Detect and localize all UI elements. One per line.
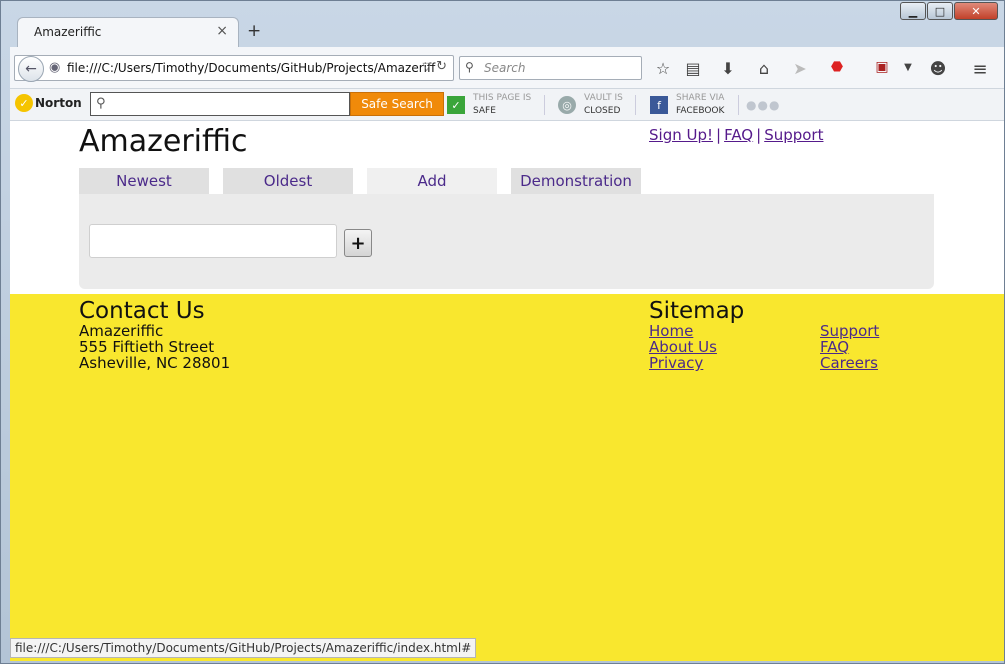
window-controls: ▁ □ ✕	[899, 2, 998, 20]
tab-content-panel: +	[79, 194, 934, 289]
tab-demonstration[interactable]: Demonstration	[511, 168, 641, 194]
contact-heading: Contact Us	[79, 298, 205, 324]
sitemap-privacy-link[interactable]: Privacy	[649, 355, 717, 371]
share-target: FACEBOOK	[676, 106, 725, 116]
page-header: Amazeriffic Sign Up! | FAQ | Support Newest …	[10, 121, 1004, 294]
norton-check-icon: ✓	[15, 94, 33, 112]
search-icon: ⚲	[96, 96, 106, 111]
maximize-icon[interactable]: □	[927, 2, 953, 20]
top-links: Sign Up! | FAQ | Support	[649, 126, 823, 144]
globe-icon: ◉	[49, 60, 61, 75]
send-icon[interactable]: ➤	[790, 59, 810, 78]
divider	[635, 95, 636, 115]
download-icon[interactable]: ⬇	[718, 59, 738, 78]
contact-line: Amazeriffic	[79, 322, 164, 340]
menu-icon[interactable]: ≡	[970, 59, 990, 80]
divider	[738, 95, 739, 115]
vault-status-label: VAULT IS	[584, 93, 623, 103]
tab-title: Amazeriffic	[34, 25, 102, 39]
sitemap-about-link[interactable]: About Us	[649, 339, 717, 355]
adblock-icon[interactable]: ⬣	[827, 59, 847, 75]
more-icon[interactable]: ●●●	[746, 98, 780, 112]
close-window-icon[interactable]: ✕	[954, 2, 998, 20]
url-text[interactable]: file:///C:/Users/Timothy/Documents/GitHu…	[67, 61, 435, 75]
sitemap-column-2: Support FAQ Careers	[820, 323, 879, 371]
contact-address: Amazeriffic 555 Fiftieth Street Ashevill…	[79, 323, 230, 371]
vault-status-value: CLOSED	[584, 106, 621, 116]
page-viewport: Amazeriffic Sign Up! | FAQ | Support Newest …	[10, 121, 1004, 661]
home-icon[interactable]: ⌂	[754, 59, 774, 78]
search-input[interactable]: ⚲ Search	[459, 56, 642, 80]
browser-window: ▁ □ ✕ Amazeriffic × + ◉ file:///C:/Users…	[0, 0, 1005, 664]
sitemap-support-link[interactable]: Support	[820, 323, 879, 339]
tab-oldest[interactable]: Oldest	[223, 168, 353, 194]
tab-newest[interactable]: Newest	[79, 168, 209, 194]
faq-link[interactable]: FAQ	[724, 126, 753, 144]
link-separator: |	[756, 126, 762, 144]
page-status-value: SAFE	[473, 106, 496, 116]
reload-icon[interactable]: ↻	[436, 59, 447, 74]
safe-check-icon: ✓	[447, 96, 465, 114]
url-bar[interactable]: ◉ file:///C:/Users/Timothy/Documents/Git…	[14, 55, 454, 81]
page-status-label: THIS PAGE IS	[473, 93, 532, 103]
browser-tab[interactable]: Amazeriffic ×	[17, 17, 239, 47]
search-icon: ⚲	[465, 60, 474, 74]
norton-search-input[interactable]: ⚲	[90, 92, 350, 116]
todo-input[interactable]	[89, 224, 337, 258]
divider	[544, 95, 545, 115]
add-button[interactable]: +	[344, 229, 372, 257]
sitemap-column-1: Home About Us Privacy	[649, 323, 717, 371]
facebook-icon: f	[650, 96, 668, 114]
signup-link[interactable]: Sign Up!	[649, 126, 713, 144]
minimize-icon[interactable]: ▁	[900, 2, 926, 20]
safe-search-button[interactable]: Safe Search	[350, 92, 444, 116]
title-bar: ▁ □ ✕ Amazeriffic × +	[1, 1, 1004, 47]
url-dropdown-icon[interactable]: ▽	[423, 60, 431, 73]
contact-line: Asheville, NC 28801	[79, 354, 231, 372]
navigation-toolbar: ◉ file:///C:/Users/Timothy/Documents/Git…	[10, 47, 1004, 89]
search-placeholder: Search	[484, 61, 526, 75]
norton-logo[interactable]: ✓ Norton	[15, 94, 82, 112]
norton-brand: Norton	[35, 96, 82, 110]
norton-toolbar: ✓ Norton ⚲ Safe Search ✓ THIS PAGE IS SA…	[10, 89, 1004, 121]
vault-icon: ◎	[558, 96, 576, 114]
new-tab-button[interactable]: +	[247, 21, 261, 41]
page-footer: Contact Us Amazeriffic 555 Fiftieth Stre…	[10, 294, 1004, 661]
share-label: SHARE VIA	[676, 93, 725, 103]
contact-line: 555 Fiftieth Street	[79, 338, 215, 356]
vault-status[interactable]: ◎ VAULT IS CLOSED	[558, 92, 623, 118]
sitemap-careers-link[interactable]: Careers	[820, 355, 879, 371]
pdf-icon[interactable]: ▣	[872, 59, 892, 75]
tab-add[interactable]: Add	[367, 168, 497, 194]
sitemap-heading: Sitemap	[649, 298, 745, 324]
bookmark-star-icon[interactable]: ☆	[653, 59, 673, 78]
sitemap-faq-link[interactable]: FAQ	[820, 339, 879, 355]
page-title: Amazeriffic	[79, 124, 248, 159]
status-bar: file:///C:/Users/Timothy/Documents/GitHu…	[10, 638, 477, 658]
dropdown-arrow-icon[interactable]: ▼	[898, 62, 918, 73]
back-button[interactable]: ←	[18, 56, 44, 82]
page-safety-status[interactable]: ✓ THIS PAGE IS SAFE	[447, 92, 531, 118]
link-separator: |	[716, 126, 722, 144]
sitemap-home-link[interactable]: Home	[649, 323, 717, 339]
chat-icon[interactable]: ☻	[928, 59, 948, 78]
facebook-share[interactable]: f SHARE VIA FACEBOOK	[650, 92, 724, 118]
reading-list-icon[interactable]: ▤	[683, 59, 703, 78]
support-link[interactable]: Support	[764, 126, 823, 144]
tab-close-icon[interactable]: ×	[216, 23, 228, 39]
